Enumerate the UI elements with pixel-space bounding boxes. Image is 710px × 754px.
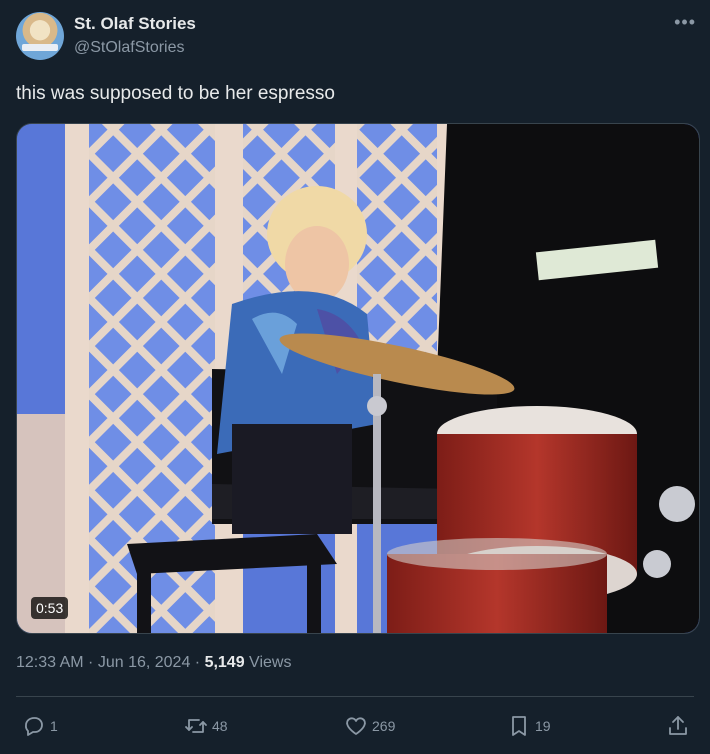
author-handle[interactable]: @StOlafStories (74, 39, 185, 57)
tweet-text: this was supposed to be her espresso (16, 83, 335, 104)
views-label: Views (244, 654, 292, 671)
video-duration: 0:53 (31, 597, 69, 619)
action-bar: 1 48 269 19 (16, 710, 694, 742)
retweet-count: 48 (212, 718, 228, 734)
like-button[interactable]: 269 (344, 710, 395, 742)
divider (16, 696, 694, 697)
share-button[interactable] (666, 710, 690, 742)
more-options-icon[interactable]: ••• (674, 12, 696, 33)
bookmark-count: 19 (535, 718, 551, 734)
reply-count: 1 (50, 718, 58, 734)
share-icon (669, 716, 687, 735)
bookmark-icon (512, 716, 526, 736)
tweet-meta: 12:33 AM · Jun 16, 2024 · 5,149 Views (16, 654, 291, 672)
retweet-icon (185, 719, 207, 733)
like-count: 269 (372, 718, 396, 734)
avatar[interactable] (16, 12, 64, 60)
author-display-name[interactable]: St. Olaf Stories (74, 14, 196, 34)
timestamp[interactable]: 12:33 AM · Jun 16, 2024 · (16, 654, 205, 671)
reply-icon (25, 717, 43, 736)
video-player[interactable]: 0:53 (16, 123, 700, 634)
views-count: 5,149 (204, 654, 245, 671)
reply-button[interactable]: 1 (22, 710, 58, 742)
retweet-button[interactable]: 48 (184, 710, 228, 742)
video-frame (17, 124, 699, 633)
heart-icon (346, 717, 366, 735)
bookmark-button[interactable]: 19 (507, 710, 551, 742)
